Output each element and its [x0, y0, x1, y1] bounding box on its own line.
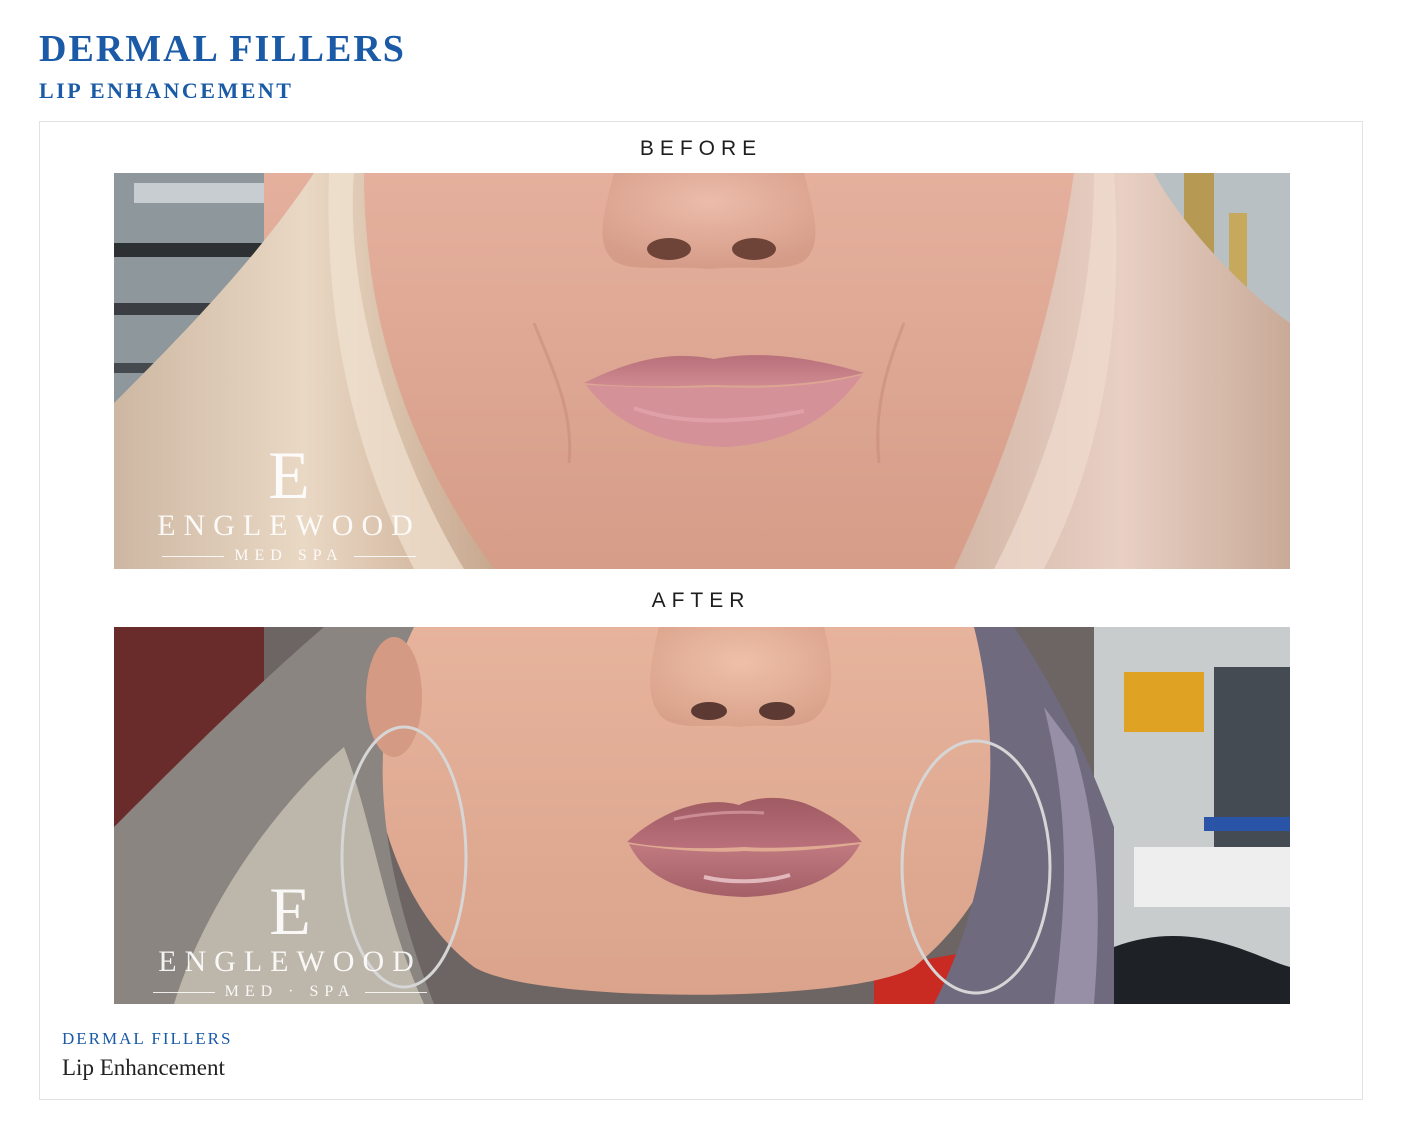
- watermark-rule: [152, 991, 215, 993]
- caption-category: DERMAL FILLERS: [62, 1029, 233, 1048]
- page-title: DERMAL FILLERS: [39, 28, 406, 70]
- watermark-rule: [162, 555, 225, 557]
- before-after-card: BEFORE E ENGLEWOOD MED SPA AFTER E ENGLE…: [39, 121, 1363, 1100]
- page-header: DERMAL FILLERS LIP ENHANCEMENT: [39, 30, 406, 102]
- watermark-letter: E: [269, 873, 311, 949]
- watermark-name: ENGLEWOOD: [158, 945, 422, 978]
- watermark-rule: [353, 555, 416, 557]
- after-photo[interactable]: E ENGLEWOOD MED · SPA: [114, 627, 1290, 1004]
- after-label: AFTER: [651, 589, 751, 612]
- watermark-logo: E ENGLEWOOD MED SPA: [129, 441, 449, 565]
- watermark-rule: [365, 991, 428, 993]
- watermark-subtitle: MED · SPA: [224, 983, 356, 1000]
- watermark-name: ENGLEWOOD: [157, 509, 421, 542]
- page-subtitle: LIP ENHANCEMENT: [39, 78, 294, 103]
- before-photo[interactable]: E ENGLEWOOD MED SPA: [114, 173, 1290, 569]
- watermark-subtitle: MED SPA: [234, 547, 344, 564]
- watermark-logo: E ENGLEWOOD MED · SPA: [130, 877, 450, 1001]
- caption-title: Lip Enhancement: [62, 1055, 225, 1080]
- watermark-letter: E: [268, 437, 310, 513]
- before-label: BEFORE: [639, 137, 763, 160]
